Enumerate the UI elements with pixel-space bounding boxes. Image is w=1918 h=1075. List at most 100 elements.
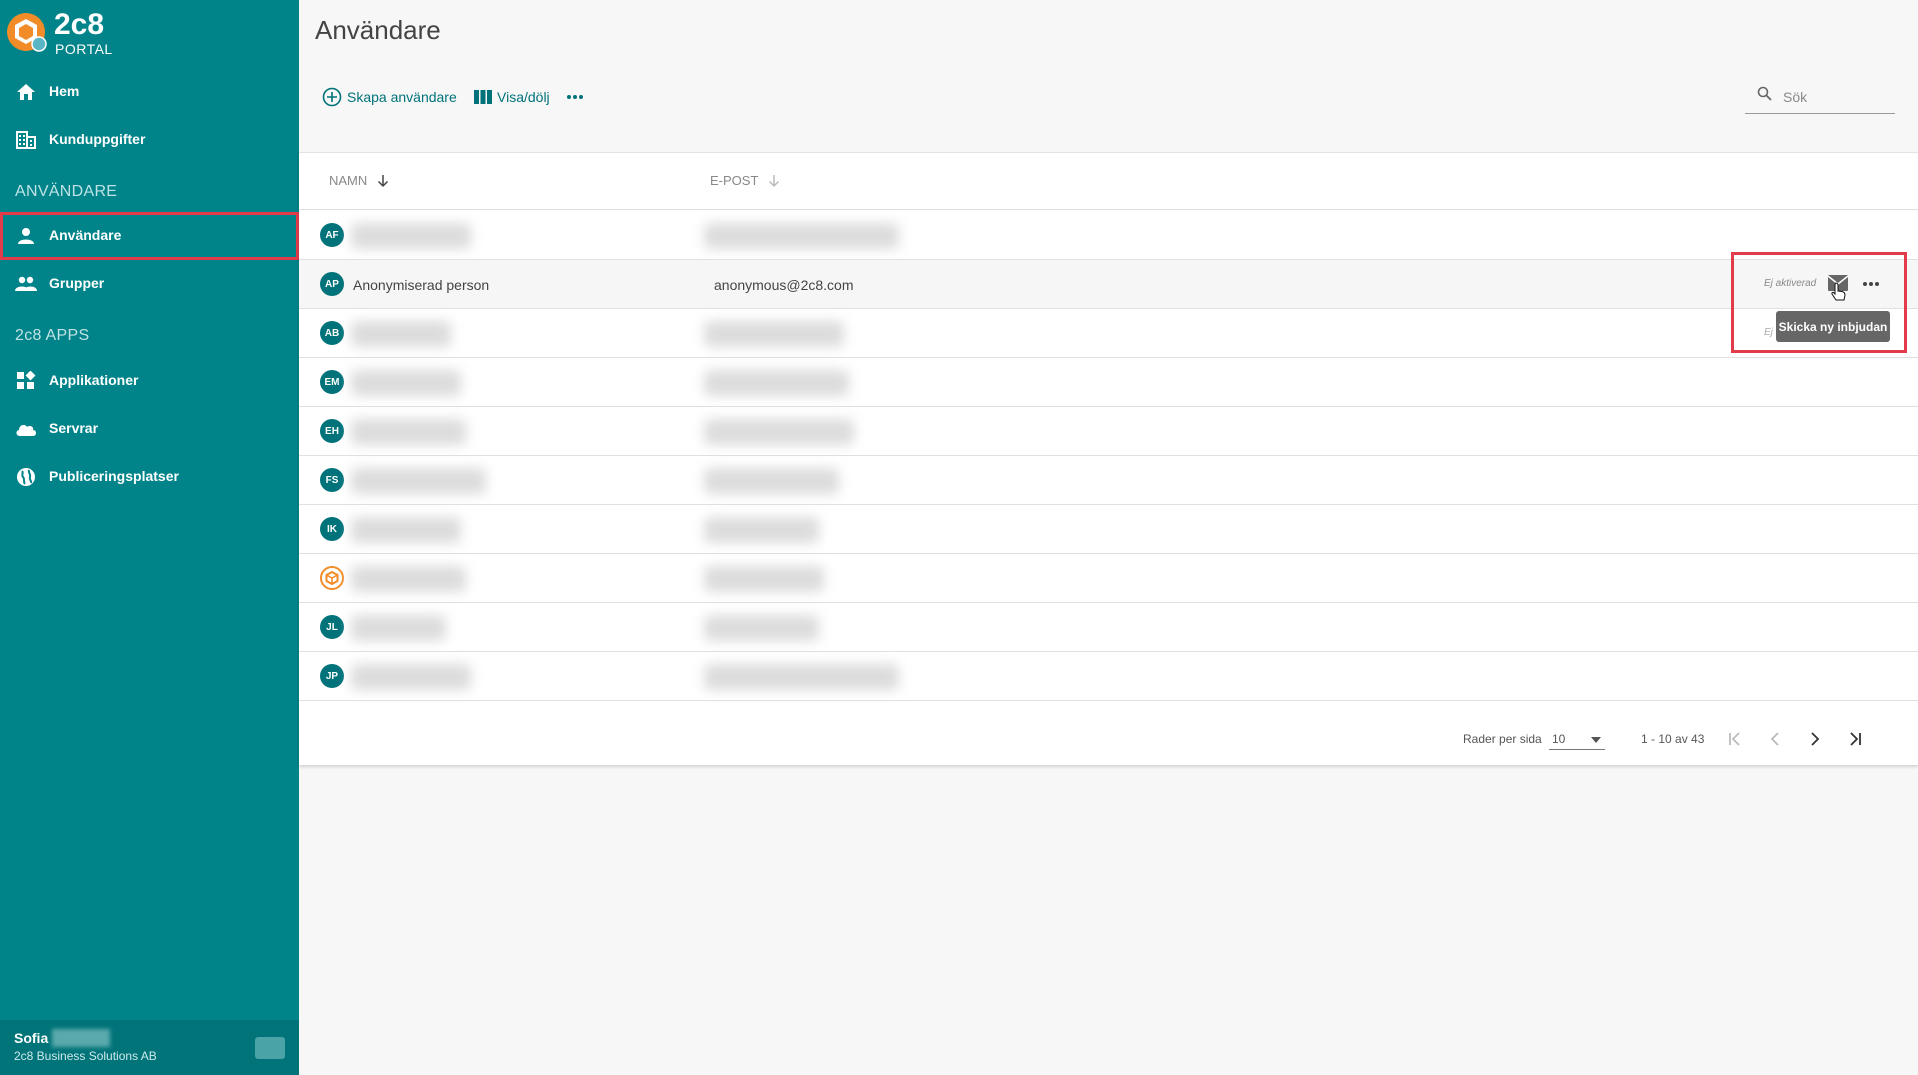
email-redacted	[704, 517, 819, 543]
rows-per-page-label: Rader per sida	[1463, 732, 1542, 746]
home-icon	[15, 81, 37, 103]
table-row[interactable]: FS	[299, 456, 1918, 505]
sidebar-item-label: Grupper	[49, 275, 105, 291]
create-user-label: Skapa användare	[347, 89, 457, 105]
rows-per-page-value: 10	[1552, 732, 1566, 746]
table-row[interactable]: IK	[299, 505, 1918, 554]
sidebar-item-label: Publiceringsplatser	[49, 468, 179, 484]
avatar: AF	[320, 223, 344, 247]
search-icon	[1757, 86, 1772, 101]
sidebar-item-servrar[interactable]: Servrar	[0, 405, 299, 453]
logo-subtitle: PORTAL	[55, 41, 113, 57]
avatar: EM	[320, 370, 344, 394]
sidebar-item-kunduppgifter[interactable]: Kunduppgifter	[0, 116, 299, 164]
first-page-button[interactable]	[1720, 724, 1750, 754]
sidebar-item-publiceringsplatser[interactable]: Publiceringsplatser	[0, 453, 299, 501]
sidebar-item-applikationer[interactable]: Applikationer	[0, 357, 299, 405]
person-icon	[15, 225, 37, 247]
table-row[interactable]: EH	[299, 407, 1918, 456]
avatar: AB	[320, 321, 344, 345]
previous-page-button[interactable]	[1760, 724, 1790, 754]
page-title: Användare	[315, 15, 441, 45]
rows-per-page-select[interactable]: 10	[1549, 728, 1605, 750]
name-redacted	[351, 517, 461, 543]
chevron-left-icon	[1770, 732, 1779, 746]
users-table: NAMN E-POST AF AP Anonymiserad person an…	[299, 152, 1918, 765]
table-row[interactable]: JL	[299, 603, 1918, 652]
user-menu-toggle[interactable]	[255, 1037, 285, 1059]
sidebar: 2c8 PORTAL Hem Kunduppgifter ANVÄNDARE A…	[0, 0, 299, 1075]
toggle-columns-button[interactable]: Visa/dölj	[474, 84, 550, 110]
status-label: Ej aktiverad	[1764, 278, 1817, 289]
search-input[interactable]	[1783, 89, 1891, 105]
user-email-cell: anonymous@2c8.com	[714, 277, 854, 293]
user-name-redacted	[52, 1029, 110, 1047]
toggle-columns-label: Visa/dölj	[497, 89, 550, 105]
sidebar-item-hem[interactable]: Hem	[0, 68, 299, 116]
logo-icon	[7, 13, 47, 52]
globe-icon	[15, 466, 37, 488]
avatar: EH	[320, 419, 344, 443]
company-logo-icon	[325, 571, 339, 585]
logo[interactable]: 2c8 PORTAL	[6, 8, 246, 57]
sidebar-item-label: Kunduppgifter	[49, 131, 146, 147]
table-row[interactable]	[299, 554, 1918, 603]
column-header-name-label: NAMN	[329, 173, 368, 188]
email-redacted	[704, 664, 899, 690]
name-redacted	[351, 468, 486, 494]
add-circle-icon	[322, 87, 342, 107]
email-redacted	[704, 370, 849, 396]
sidebar-item-label: Servrar	[49, 420, 99, 436]
people-icon	[15, 273, 37, 295]
name-redacted	[351, 664, 471, 690]
avatar	[320, 566, 344, 590]
sidebar-item-anvandare[interactable]: Användare	[0, 212, 299, 260]
table-row[interactable]: AP Anonymiserad person anonymous@2c8.com…	[299, 260, 1918, 309]
more-horizontal-icon	[1863, 282, 1879, 286]
first-page-icon	[1729, 732, 1740, 746]
section-label-anvandare: ANVÄNDARE	[15, 183, 118, 200]
sidebar-item-label: Hem	[49, 83, 80, 99]
email-redacted	[704, 419, 854, 445]
table-row[interactable]: AF	[299, 211, 1918, 260]
arrow-down-icon	[769, 174, 780, 187]
avatar: FS	[320, 468, 344, 492]
name-redacted	[351, 321, 451, 347]
next-page-button[interactable]	[1800, 724, 1830, 754]
name-redacted	[351, 615, 446, 641]
user-footer[interactable]: Sofia 2c8 Business Solutions AB	[0, 1020, 299, 1075]
column-header-name[interactable]: NAMN	[329, 173, 389, 188]
avatar: JL	[320, 615, 344, 639]
toolbar-more-button[interactable]	[566, 84, 589, 110]
sidebar-item-grupper[interactable]: Grupper	[0, 260, 299, 308]
name-redacted	[351, 566, 466, 592]
avatar: JP	[320, 664, 344, 688]
email-redacted	[704, 223, 899, 249]
email-redacted	[704, 566, 824, 592]
last-page-icon	[1850, 732, 1861, 746]
logo-title: 2c8	[54, 8, 105, 41]
status-label: Ej	[1764, 327, 1773, 338]
column-header-email[interactable]: E-POST	[710, 173, 780, 188]
last-page-button[interactable]	[1840, 724, 1870, 754]
search-field[interactable]	[1745, 84, 1895, 114]
user-company: 2c8 Business Solutions AB	[14, 1049, 157, 1063]
table-row[interactable]: JP	[299, 652, 1918, 701]
table-row[interactable]: AB Ej	[299, 309, 1918, 358]
building-icon	[15, 129, 37, 151]
pagination-range: 1 - 10 av 43	[1641, 732, 1705, 746]
cloud-icon	[15, 418, 37, 440]
table-header: NAMN E-POST	[299, 153, 1918, 210]
name-redacted	[351, 370, 461, 396]
section-label-apps: 2c8 APPS	[15, 327, 90, 344]
row-more-button[interactable]	[1859, 274, 1883, 294]
name-redacted	[351, 419, 466, 445]
name-redacted	[351, 223, 471, 249]
avatar: AP	[320, 272, 344, 296]
send-invite-button[interactable]	[1827, 274, 1849, 301]
email-redacted	[704, 615, 819, 641]
pointer-cursor-icon	[1831, 282, 1846, 301]
table-row[interactable]: EM	[299, 358, 1918, 407]
chevron-right-icon	[1811, 732, 1820, 746]
create-user-button[interactable]: Skapa användare	[322, 84, 457, 110]
